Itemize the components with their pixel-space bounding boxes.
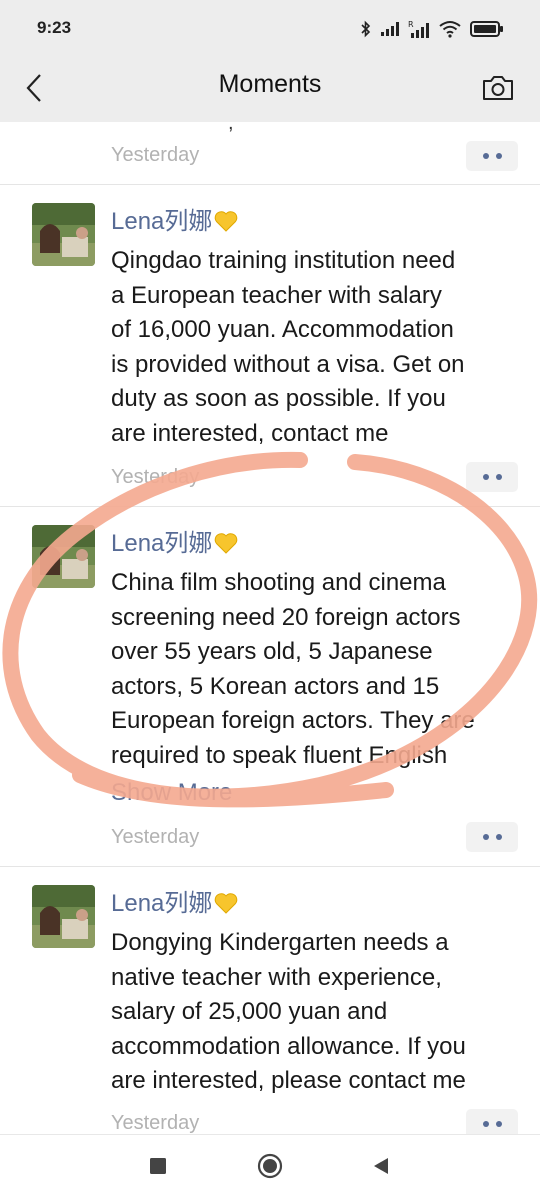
post-text-line: over 55 years old, 5 Japanese xyxy=(111,638,433,665)
author-name: Lena列娜 xyxy=(111,890,213,917)
post-text-line: is provided without a visa. Get on xyxy=(111,350,465,378)
post-time: Yesterday xyxy=(111,1112,200,1134)
moments-feed[interactable]: , Yesterday Lena列娜 Qingdao training inst… xyxy=(0,122,540,1134)
status-time: 9:23 xyxy=(37,18,72,37)
dot-icon xyxy=(482,1121,489,1127)
battery-icon xyxy=(470,20,504,38)
post-text-line: native teacher with experience, xyxy=(111,963,442,991)
post-time: Yesterday xyxy=(111,466,200,488)
home-circle-icon xyxy=(257,1153,283,1184)
status-bar: 9:23 R xyxy=(0,0,540,60)
post-actions-button[interactable] xyxy=(466,462,518,492)
post-actions-button[interactable] xyxy=(466,141,518,171)
feed-post: Lena列娜 China film shooting and cinema sc… xyxy=(0,507,540,867)
yellow-heart-icon xyxy=(214,210,238,240)
signal-roaming-icon: R xyxy=(408,19,430,39)
svg-text:R: R xyxy=(408,20,414,29)
post-text-line: screening need 20 foreign actors xyxy=(111,603,461,631)
post-text-line: required to speak fluent English xyxy=(111,741,448,769)
feed-post: Lena列娜 Qingdao training institution need… xyxy=(0,185,540,507)
yellow-heart-icon xyxy=(214,532,238,562)
status-icons: R xyxy=(360,16,504,42)
nav-bar: Moments xyxy=(0,60,540,122)
yellow-heart-icon xyxy=(214,892,238,922)
post-text-line: of 16,000 yuan. Accommodation xyxy=(111,316,454,343)
post-author[interactable]: Lena列娜 xyxy=(111,529,238,562)
author-name: Lena列娜 xyxy=(111,208,213,235)
post-text: Qingdao training institution need a Euro… xyxy=(111,244,521,451)
camera-button[interactable] xyxy=(478,66,518,114)
post-text-fragment: , xyxy=(228,122,234,134)
post-text-line: Qingdao training institution need xyxy=(111,247,456,274)
post-text-line: China film shooting and cinema xyxy=(111,569,446,596)
post-text-line: are interested, please contact me xyxy=(111,1067,466,1094)
dot-icon xyxy=(495,1121,502,1127)
dot-icon xyxy=(495,153,502,159)
post-text-line: a European teacher with salary xyxy=(111,281,442,309)
dot-icon xyxy=(495,474,502,480)
author-name: Lena列娜 xyxy=(111,530,213,557)
recents-button[interactable] xyxy=(145,1155,171,1181)
back-triangle-icon xyxy=(372,1157,390,1180)
post-text-line: Dongying Kindergarten needs a xyxy=(111,929,449,956)
post-text-line: are interested, contact me xyxy=(111,419,389,447)
post-time: Yesterday xyxy=(111,826,200,848)
avatar[interactable] xyxy=(32,525,95,588)
post-text-line: European foreign actors. They are xyxy=(111,707,475,734)
feed-post: Lena列娜 Dongying Kindergarten needs a nat… xyxy=(0,867,540,1134)
signal-icon xyxy=(380,21,400,37)
post-author[interactable]: Lena列娜 xyxy=(111,889,238,922)
feed-post-partial: , Yesterday xyxy=(0,122,540,185)
post-text: China film shooting and cinema screening… xyxy=(111,566,521,773)
post-author[interactable]: Lena列娜 xyxy=(111,207,238,240)
dot-icon xyxy=(495,834,502,840)
recents-square-icon xyxy=(149,1157,167,1180)
wifi-icon xyxy=(438,20,462,38)
bluetooth-icon xyxy=(360,20,372,38)
post-actions-button[interactable] xyxy=(466,1109,518,1134)
post-text-line: salary of 25,000 yuan and xyxy=(111,998,388,1025)
avatar[interactable] xyxy=(32,885,95,948)
show-more-link[interactable]: Show More xyxy=(111,778,232,808)
home-button[interactable] xyxy=(257,1153,283,1184)
camera-icon xyxy=(481,74,515,107)
system-nav-bar xyxy=(0,1134,540,1200)
dot-icon xyxy=(482,474,489,480)
post-text: Dongying Kindergarten needs a native tea… xyxy=(111,926,521,1099)
post-text-line: actors, 5 Korean actors and 15 xyxy=(111,672,440,700)
page-title: Moments xyxy=(218,70,322,98)
avatar[interactable] xyxy=(32,203,95,266)
post-actions-button[interactable] xyxy=(466,822,518,852)
dot-icon xyxy=(482,834,489,840)
post-text-line: duty as soon as possible. If you xyxy=(111,385,446,412)
dot-icon xyxy=(482,153,489,159)
back-nav-button[interactable] xyxy=(368,1155,394,1181)
post-time: Yesterday xyxy=(111,144,200,166)
post-text-line: accommodation allowance. If you xyxy=(111,1032,466,1060)
